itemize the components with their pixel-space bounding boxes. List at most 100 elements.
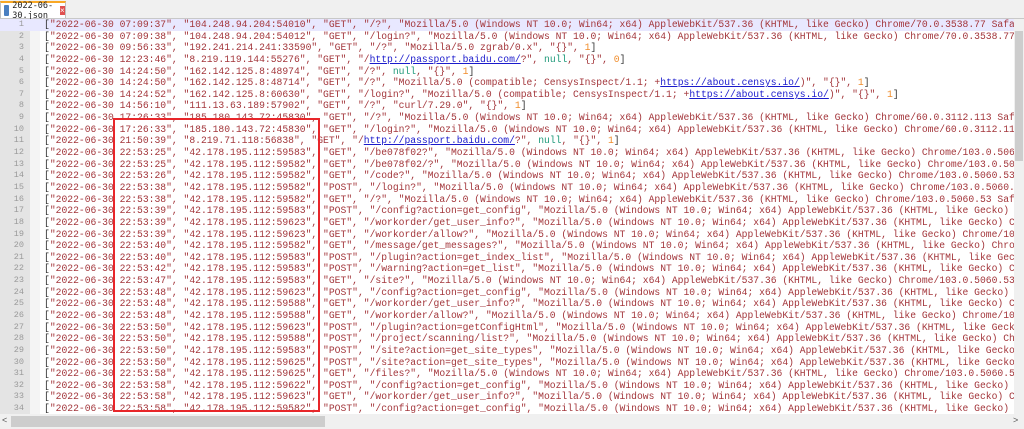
code-editor[interactable]: 1 ["2022-06-30 07:09:37", "104.248.94.204…: [0, 19, 1014, 414]
code-text: ["2022-06-30 07:09:38", "104.248.94.204:…: [44, 30, 1014, 42]
code-text: ["2022-06-30 22:53:47", "42.178.195.112:…: [44, 275, 1014, 287]
code-text: ["2022-06-30 22:53:38", "42.178.195.112:…: [44, 193, 1014, 205]
code-line[interactable]: 24 ["2022-06-30 22:53:48", "42.178.195.11…: [0, 287, 1014, 299]
code-line[interactable]: 23 ["2022-06-30 22:53:47", "42.178.195.11…: [0, 275, 1014, 287]
code-text: ["2022-06-30 07:09:37", "104.248.94.204:…: [44, 19, 1014, 30]
code-text: ["2022-06-30 22:53:25", "42.178.195.112:…: [44, 147, 1014, 159]
code-text: ["2022-06-30 22:53:39", "42.178.195.112:…: [44, 228, 1014, 240]
line-number: 5: [18, 65, 24, 76]
code-text: ["2022-06-30 22:53:50", "42.178.195.112:…: [44, 333, 1014, 345]
horizontal-scroll-thumb[interactable]: [11, 416, 325, 427]
code-text: ["2022-06-30 22:53:58", "42.178.195.112:…: [44, 403, 1014, 414]
line-number: 31: [13, 368, 24, 379]
line-number: 27: [13, 321, 24, 332]
code-line[interactable]: 17 ["2022-06-30 22:53:39", "42.178.195.11…: [0, 205, 1014, 217]
code-text: ["2022-06-30 14:24:50", "162.142.125.8:4…: [44, 77, 870, 89]
code-text: ["2022-06-30 12:23:46", "8.219.119.144:5…: [44, 53, 626, 65]
code-line[interactable]: 9 ["2022-06-30 17:26:33", "185.180.143.72…: [0, 112, 1014, 124]
code-line[interactable]: 8 ["2022-06-30 14:56:10", "111.13.63.189:…: [0, 100, 1014, 112]
code-line[interactable]: 12 ["2022-06-30 22:53:25", "42.178.195.11…: [0, 147, 1014, 159]
code-line[interactable]: 6 ["2022-06-30 14:24:50", "162.142.125.8:…: [0, 77, 1014, 89]
code-text: ["2022-06-30 22:53:58", "42.178.195.112:…: [44, 391, 1014, 403]
line-number: 15: [13, 181, 24, 192]
line-number: 34: [13, 403, 24, 414]
line-number: 9: [18, 112, 24, 123]
code-line[interactable]: 4 ["2022-06-30 12:23:46", "8.219.119.144:…: [0, 54, 1014, 66]
line-number: 25: [13, 298, 24, 309]
line-number: 19: [13, 228, 24, 239]
line-number: 14: [13, 170, 24, 181]
code-text: ["2022-06-30 22:53:39", "42.178.195.112:…: [44, 216, 1014, 228]
vertical-scrollbar[interactable]: [1014, 19, 1024, 414]
code-line[interactable]: 1 ["2022-06-30 07:09:37", "104.248.94.204…: [0, 19, 1014, 31]
vertical-scroll-thumb[interactable]: [1015, 31, 1023, 161]
code-text: ["2022-06-30 22:53:48", "42.178.195.112:…: [44, 310, 1014, 321]
line-number: 29: [13, 344, 24, 355]
line-number: 30: [13, 356, 24, 367]
line-number: 16: [13, 193, 24, 204]
code-line[interactable]: 34 ["2022-06-30 22:53:58", "42.178.195.11…: [0, 403, 1014, 414]
tab-file[interactable]: 2022-06-30.json ×: [0, 0, 66, 21]
code-text: ["2022-06-30 22:53:50", "42.178.195.112:…: [44, 356, 1014, 368]
line-number: 28: [13, 333, 24, 344]
code-line[interactable]: 16 ["2022-06-30 22:53:38", "42.178.195.11…: [0, 194, 1014, 206]
code-text: ["2022-06-30 17:26:33", "185.180.143.72:…: [44, 123, 1014, 135]
code-line[interactable]: 33 ["2022-06-30 22:53:58", "42.178.195.11…: [0, 391, 1014, 403]
code-text: ["2022-06-30 22:53:50", "42.178.195.112:…: [44, 321, 1014, 333]
tab-label: 2022-06-30.json: [12, 0, 54, 21]
code-line[interactable]: 7 ["2022-06-30 14:24:52", "162.142.125.8:…: [0, 89, 1014, 101]
code-text: ["2022-06-30 22:53:50", "42.178.195.112:…: [44, 344, 1014, 356]
code-text: ["2022-06-30 22:53:39", "42.178.195.112:…: [44, 205, 1014, 217]
code-line[interactable]: 21 ["2022-06-30 22:53:40", "42.178.195.11…: [0, 252, 1014, 264]
line-number: 4: [18, 53, 24, 64]
line-number: 8: [18, 100, 24, 111]
code-line[interactable]: 22 ["2022-06-30 22:53:42", "42.178.195.11…: [0, 263, 1014, 275]
code-text: ["2022-06-30 22:53:26", "42.178.195.112:…: [44, 170, 1014, 182]
line-number: 20: [13, 240, 24, 251]
line-number: 23: [13, 275, 24, 286]
code-text: ["2022-06-30 22:53:58", "42.178.195.112:…: [44, 379, 1014, 391]
line-number: 17: [13, 205, 24, 216]
code-text: ["2022-06-30 22:53:40", "42.178.195.112:…: [44, 240, 1014, 252]
code-text: ["2022-06-30 22:53:40", "42.178.195.112:…: [44, 251, 1014, 263]
line-number: 10: [13, 123, 24, 134]
scroll-right-icon[interactable]: >: [1013, 415, 1018, 425]
code-line[interactable]: 27 ["2022-06-30 22:53:50", "42.178.195.11…: [0, 322, 1014, 334]
code-line[interactable]: 25 ["2022-06-30 22:53:48", "42.178.195.11…: [0, 298, 1014, 310]
line-number: 33: [13, 391, 24, 402]
code-line[interactable]: 11 ["2022-06-30 21:50:39", "8.219.71.118:…: [0, 135, 1014, 147]
code-line[interactable]: 5 ["2022-06-30 14:24:50", "162.142.125.8:…: [0, 66, 1014, 78]
horizontal-scrollbar[interactable]: < >: [0, 414, 1024, 429]
line-number: 13: [13, 158, 24, 169]
code-text: ["2022-06-30 14:56:10", "111.13.63.189:5…: [44, 100, 527, 112]
code-line[interactable]: 29 ["2022-06-30 22:53:50", "42.178.195.11…: [0, 345, 1014, 357]
line-number: 12: [13, 147, 24, 158]
line-number: 21: [13, 251, 24, 262]
code-line[interactable]: 31 ["2022-06-30 22:53:58", "42.178.195.11…: [0, 368, 1014, 380]
code-line[interactable]: 10 ["2022-06-30 17:26:33", "185.180.143.7…: [0, 124, 1014, 136]
code-line[interactable]: 32 ["2022-06-30 22:53:58", "42.178.195.11…: [0, 380, 1014, 392]
code-line[interactable]: 26 ["2022-06-30 22:53:48", "42.178.195.11…: [0, 310, 1014, 322]
scroll-left-icon[interactable]: <: [2, 415, 7, 425]
code-line[interactable]: 19 ["2022-06-30 22:53:39", "42.178.195.11…: [0, 229, 1014, 241]
code-line[interactable]: 2 ["2022-06-30 07:09:38", "104.248.94.204…: [0, 31, 1014, 43]
file-icon: [4, 5, 10, 16]
code-line[interactable]: 30 ["2022-06-30 22:53:50", "42.178.195.11…: [0, 357, 1014, 369]
line-number: 32: [13, 379, 24, 390]
code-text: ["2022-06-30 17:26:33", "185.180.143.72:…: [44, 112, 1014, 124]
code-line[interactable]: 14 ["2022-06-30 22:53:26", "42.178.195.11…: [0, 170, 1014, 182]
code-line[interactable]: 28 ["2022-06-30 22:53:50", "42.178.195.11…: [0, 333, 1014, 345]
line-number: 6: [18, 77, 24, 88]
code-line[interactable]: 20 ["2022-06-30 22:53:40", "42.178.195.11…: [0, 240, 1014, 252]
code-text: ["2022-06-30 09:56:33", "192.241.214.241…: [44, 42, 597, 54]
code-line[interactable]: 13 ["2022-06-30 22:53:25", "42.178.195.11…: [0, 159, 1014, 171]
code-line[interactable]: 15 ["2022-06-30 22:53:38", "42.178.195.11…: [0, 182, 1014, 194]
close-icon[interactable]: ×: [59, 6, 65, 15]
code-text: ["2022-06-30 22:53:42", "42.178.195.112:…: [44, 263, 1014, 275]
line-number: 1: [18, 19, 24, 29]
line-number: 26: [13, 310, 24, 320]
code-text: ["2022-06-30 14:24:52", "162.142.125.8:6…: [44, 88, 899, 100]
line-number: 24: [13, 286, 24, 297]
code-line[interactable]: 18 ["2022-06-30 22:53:39", "42.178.195.11…: [0, 217, 1014, 229]
code-line[interactable]: 3 ["2022-06-30 09:56:33", "192.241.214.24…: [0, 42, 1014, 54]
